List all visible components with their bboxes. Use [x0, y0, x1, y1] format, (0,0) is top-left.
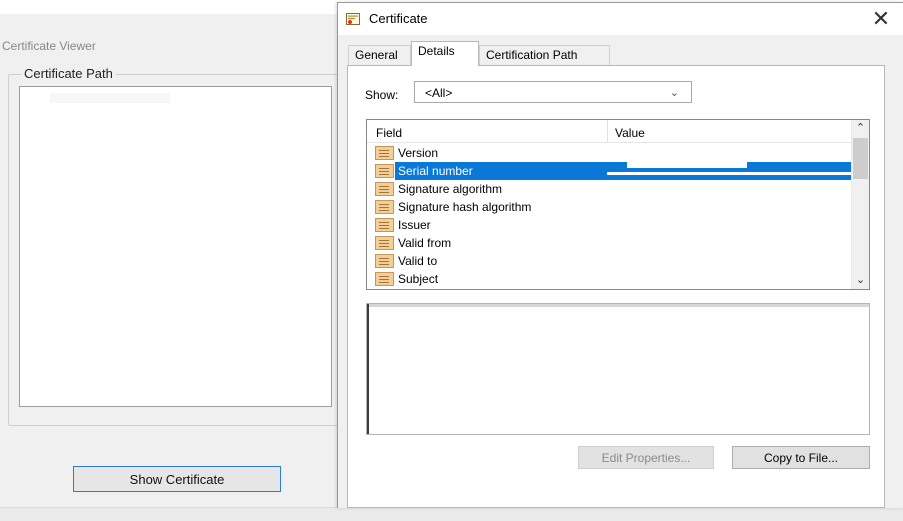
value-redaction [627, 162, 747, 168]
tab-certification-path[interactable]: Certification Path [479, 45, 610, 65]
scroll-up-icon[interactable]: ⌃ [852, 120, 869, 137]
field-label: Serial number [398, 164, 473, 178]
certificate-icon [346, 13, 360, 25]
edit-properties-button[interactable]: Edit Properties... [578, 446, 714, 469]
list-item[interactable]: Signature hash algorithm [367, 198, 852, 216]
scroll-down-icon[interactable]: ⌄ [852, 272, 869, 289]
show-dropdown[interactable]: <All> ⌄ [414, 81, 692, 103]
column-divider[interactable] [607, 120, 608, 142]
vertical-scrollbar[interactable]: ⌃ ⌄ [851, 120, 869, 289]
list-item-selected[interactable]: Serial number [367, 162, 852, 180]
certificate-viewer-title: Certificate Viewer [2, 39, 96, 53]
text-caret [367, 304, 369, 434]
bottom-strip [0, 507, 903, 521]
list-item[interactable]: Valid from [367, 234, 852, 252]
field-label: Version [398, 146, 439, 160]
field-icon [375, 182, 394, 196]
field-icon [375, 164, 394, 178]
value-cell [607, 162, 852, 180]
show-certificate-button[interactable]: Show Certificate [73, 466, 281, 492]
show-label: Show: [365, 88, 399, 102]
show-dropdown-value: <All> [425, 86, 453, 100]
column-header-field[interactable]: Field [376, 126, 402, 140]
field-value-detail[interactable] [366, 303, 870, 435]
field-icon [375, 218, 394, 232]
list-item[interactable]: Version [367, 144, 852, 162]
list-item[interactable]: Valid to [367, 252, 852, 270]
certificate-path-tree[interactable] [19, 86, 332, 407]
certificate-path-item[interactable] [50, 93, 170, 103]
field-label: Subject [398, 272, 439, 286]
close-button[interactable]: ✕ [868, 6, 894, 32]
scrollbar-thumb[interactable] [853, 138, 868, 179]
field-icon [375, 236, 394, 250]
certificate-dialog: Certificate ✕ General Details Certificat… [337, 2, 903, 508]
field-label: Signature algorithm [398, 182, 503, 196]
list-item[interactable]: Issuer [367, 216, 852, 234]
field-label: Valid to [398, 254, 438, 268]
list-header: Field Value [367, 120, 852, 143]
field-label: Issuer [398, 218, 431, 232]
column-header-value[interactable]: Value [615, 126, 645, 140]
list-item[interactable]: Signature algorithm [367, 180, 852, 198]
list-item[interactable]: Subject [367, 270, 852, 288]
background-divider [0, 14, 340, 34]
field-label: Valid from [398, 236, 452, 250]
detail-redacted-line [367, 304, 869, 307]
fields-list-view[interactable]: Field Value Version Serial number Signat [366, 119, 870, 290]
field-icon [375, 200, 394, 214]
field-icon [375, 272, 394, 286]
details-panel: Show: <All> ⌄ Field Value Version Serial… [347, 65, 885, 508]
tab-details[interactable]: Details [411, 41, 479, 66]
field-icon [375, 254, 394, 268]
field-icon [375, 146, 394, 160]
tab-general[interactable]: General [348, 45, 411, 65]
certificate-path-label: Certificate Path [21, 66, 116, 81]
copy-to-file-button[interactable]: Copy to File... [732, 446, 870, 469]
chevron-down-icon: ⌄ [669, 87, 679, 99]
dialog-title: Certificate [369, 11, 428, 26]
field-label: Signature hash algorithm [398, 200, 532, 214]
dialog-titlebar[interactable]: Certificate ✕ [338, 3, 903, 35]
value-redaction [607, 172, 852, 175]
